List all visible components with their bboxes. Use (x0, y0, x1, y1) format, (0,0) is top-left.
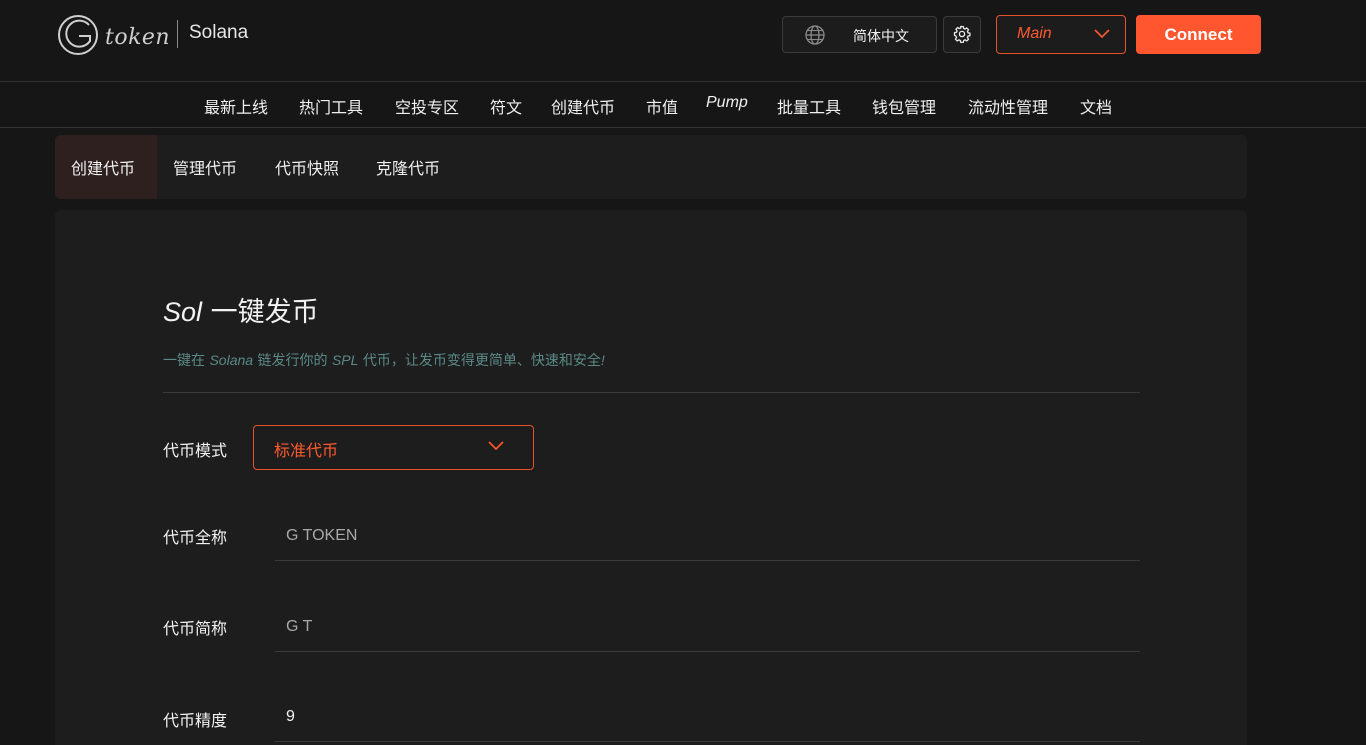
chevron-down-icon (488, 441, 504, 451)
page-title: Sol 一键发币 (163, 290, 319, 329)
nav-item-market-cap[interactable]: 市值 (646, 94, 678, 118)
subtitle-part: 一键在 (163, 353, 210, 369)
connect-button[interactable]: Connect (1136, 15, 1261, 54)
network-label: Main (1017, 25, 1052, 42)
nav-item-liquidity[interactable]: 流动性管理 (968, 94, 1048, 118)
tab-token-snapshot[interactable]: 代币快照 (259, 135, 355, 199)
header: token Solana 简体中文 Main Connect (0, 0, 1366, 82)
subtitle-chain: Solana (209, 352, 254, 368)
page-subtitle: 一键在 Solana 链发行你的 SPL 代币，让发币变得更简单、快速和安全! (163, 350, 605, 370)
nav-item-docs[interactable]: 文档 (1080, 94, 1112, 118)
subtitle-part: 代币，让发币变得更简单、快速和安全 (358, 353, 601, 369)
token-decimals-input[interactable] (275, 692, 1140, 741)
settings-button[interactable] (943, 16, 981, 53)
name-label: 代币全称 (163, 528, 228, 547)
tab-manage-token[interactable]: 管理代币 (157, 135, 253, 199)
title-prefix: Sol (163, 297, 203, 327)
subtitle-end: ! (600, 352, 605, 368)
title-rest: 一键发币 (202, 297, 319, 328)
g-logo-icon (58, 15, 98, 55)
tab-create-token[interactable]: 创建代币 (55, 135, 157, 199)
sub-tabs: 创建代币 管理代币 代币快照 克隆代币 (55, 135, 1247, 199)
nav-item-hot-tools[interactable]: 热门工具 (299, 94, 363, 118)
subtitle-spl: SPL (331, 352, 359, 368)
symbol-label: 代币简称 (163, 619, 228, 638)
token-mode-select[interactable]: 标准代币 (253, 425, 534, 470)
nav-item-pump[interactable]: Pump (706, 94, 748, 112)
token-decimals-field (275, 692, 1140, 742)
gear-icon (953, 25, 971, 43)
nav-item-batch-tools[interactable]: 批量工具 (777, 94, 841, 118)
language-button[interactable]: 简体中文 (782, 16, 937, 53)
tab-clone-token[interactable]: 克隆代币 (360, 135, 456, 199)
nav-item-create-token[interactable]: 创建代币 (551, 94, 615, 118)
logo[interactable]: token (57, 14, 171, 56)
nav-item-latest[interactable]: 最新上线 (204, 94, 268, 118)
nav-item-airdrop[interactable]: 空投专区 (395, 94, 459, 118)
token-mode-value: 标准代币 (274, 441, 339, 460)
nav-item-wallet[interactable]: 钱包管理 (872, 94, 936, 118)
decimals-label: 代币精度 (163, 711, 228, 730)
section-divider (163, 392, 1140, 393)
network-select[interactable]: Main (996, 15, 1126, 54)
main-nav: 最新上线 热门工具 空投专区 符文 创建代币 市值 Pump 批量工具 钱包管理… (0, 82, 1366, 128)
chain-name: Solana (189, 22, 249, 43)
token-symbol-input[interactable] (275, 602, 1140, 651)
header-divider (177, 20, 178, 48)
logo-text: token (105, 25, 171, 50)
globe-icon (805, 25, 825, 45)
create-token-card: Sol 一键发币 一键在 Solana 链发行你的 SPL 代币，让发币变得更简… (55, 210, 1247, 745)
token-name-field (275, 511, 1140, 561)
mode-label: 代币模式 (163, 441, 228, 460)
token-symbol-field (275, 602, 1140, 652)
nav-item-runes[interactable]: 符文 (490, 94, 522, 118)
subtitle-part: 链发行你的 (253, 353, 332, 369)
language-label: 简体中文 (853, 29, 909, 45)
token-name-input[interactable] (275, 511, 1140, 560)
chevron-down-icon (1094, 29, 1110, 39)
